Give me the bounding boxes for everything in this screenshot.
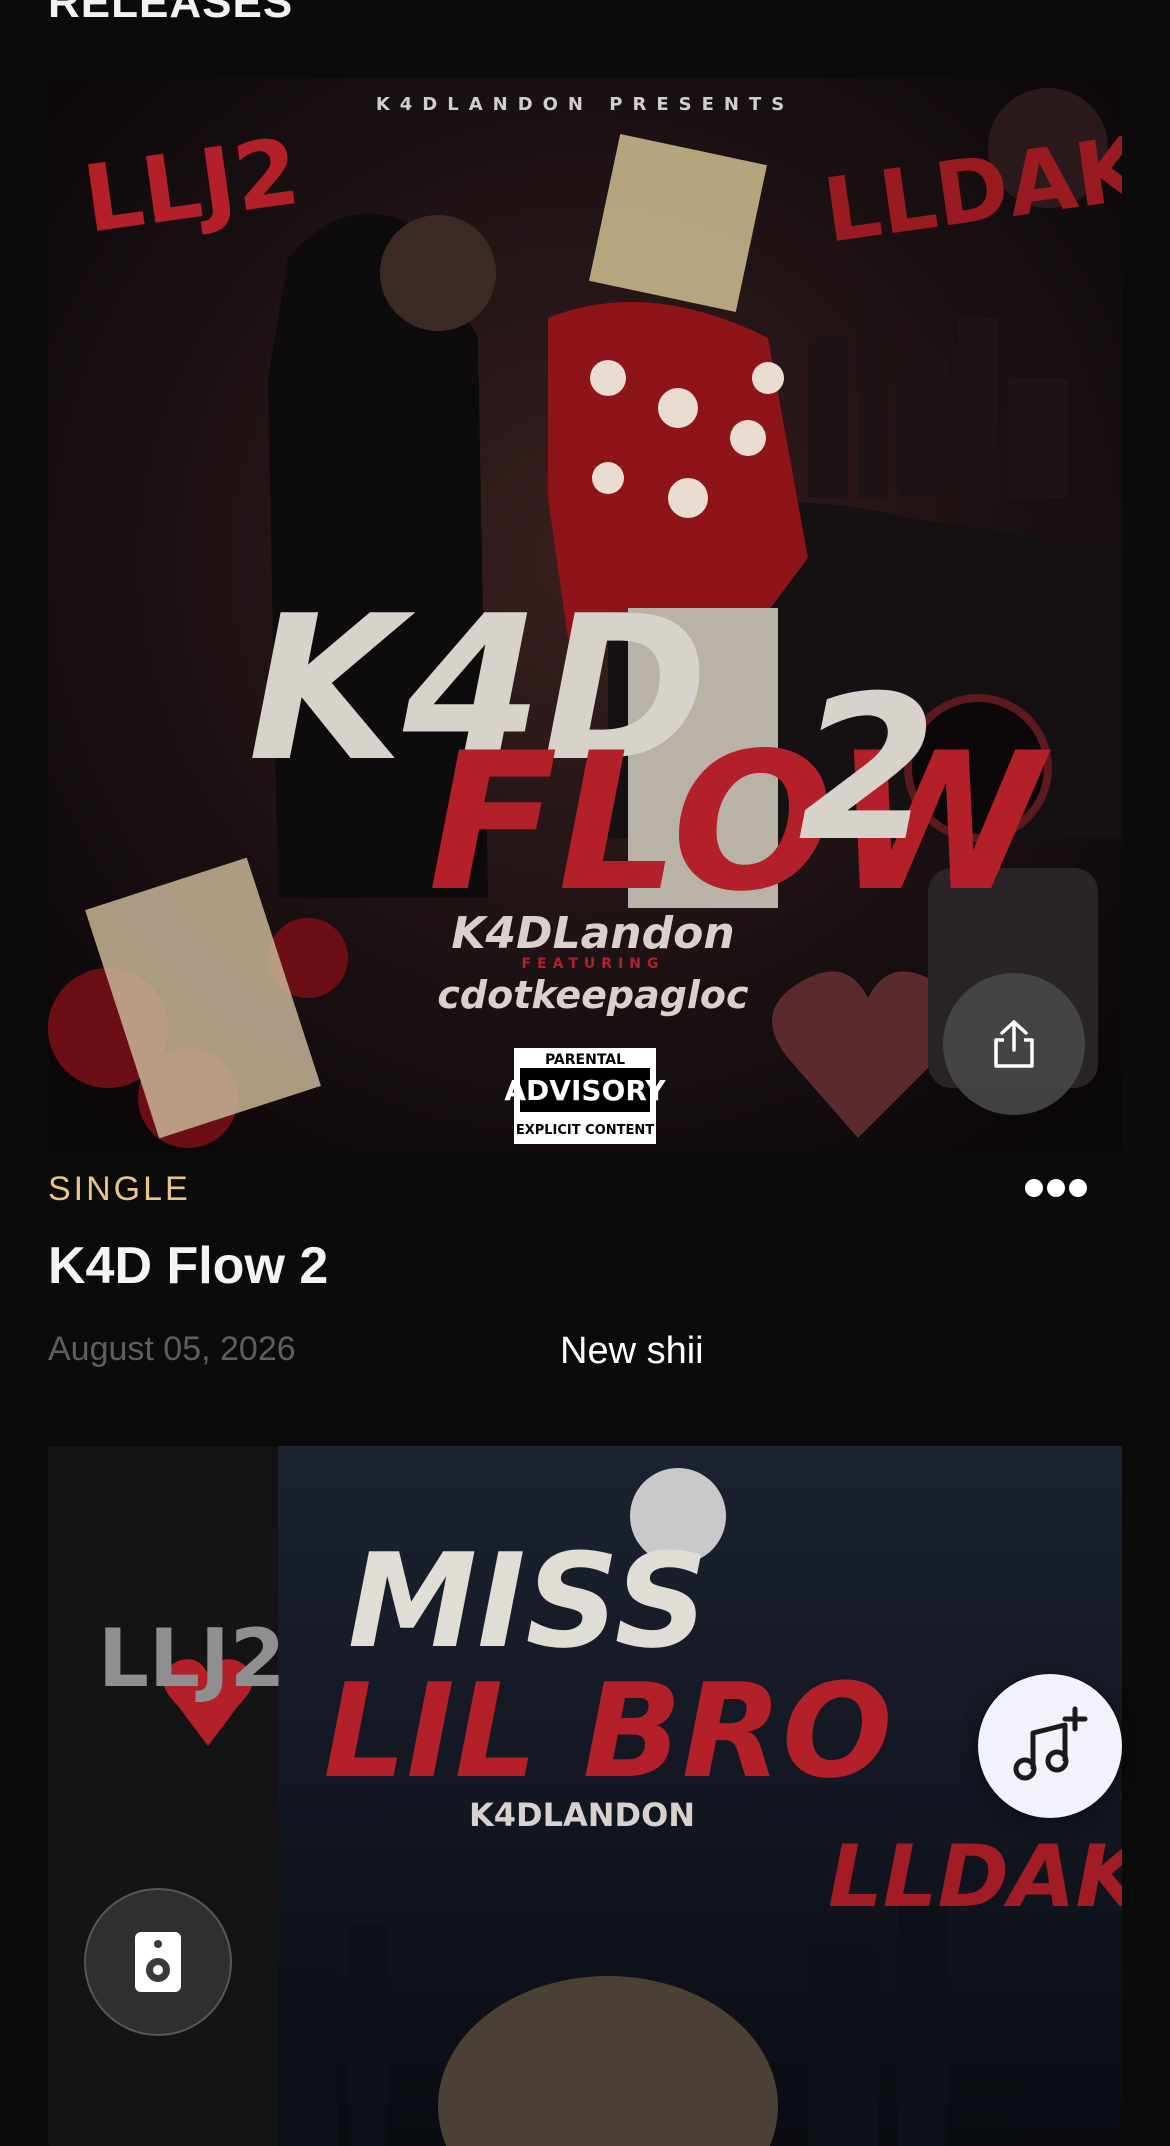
more-options-button[interactable] [1016, 1162, 1096, 1214]
cover-artist: K4DLandon [451, 908, 734, 959]
share-icon [994, 1020, 1034, 1068]
release-kind: SINGLE [48, 1170, 191, 1208]
svg-text:PARENTAL: PARENTAL [545, 1052, 625, 1068]
cover2-title-b: LIL BRO [323, 1655, 892, 1807]
section-title: RELEASES [48, 0, 294, 27]
more-dots-icon [1025, 1179, 1087, 1197]
cover2-tag-right: LLDAK [828, 1827, 1122, 1927]
cover-presents-text: K4DLANDON PRESENTS [376, 94, 794, 115]
cover-featuring: FEATURING [522, 956, 665, 972]
cover-feature-artist: cdotkeepagloc [437, 973, 749, 1017]
release-title[interactable]: K4D Flow 2 [48, 1236, 328, 1296]
speaker-icon [135, 1932, 181, 1992]
speaker-button[interactable] [84, 1888, 232, 2036]
cover-title-b: FLOW [428, 712, 1052, 933]
cover2-tag-left: LLJ2 [98, 1612, 285, 1705]
svg-text:ADVISORY: ADVISORY [504, 1074, 666, 1107]
svg-text:EXPLICIT CONTENT: EXPLICIT CONTENT [516, 1123, 654, 1138]
release-cover-art-2[interactable]: MISS LIL BRO K4DLANDON LLJ2 LLDAK [48, 1446, 1122, 2146]
release-date: August 05, 2026 [48, 1330, 296, 1368]
share-button[interactable] [943, 973, 1085, 1115]
music-add-icon [1013, 1706, 1088, 1781]
release-cover-art[interactable]: K4DLANDON PRESENTS LLJ2 LLDAK K4D FLOW 2… [48, 78, 1122, 1152]
cover2-artist: K4DLANDON [469, 1796, 695, 1834]
parental-advisory-label: PARENTAL ADVISORY EXPLICIT CONTENT [504, 1048, 666, 1144]
release-caption: New shii [560, 1330, 704, 1372]
cover-title-num: 2 [798, 653, 937, 886]
add-music-button[interactable] [978, 1674, 1122, 1818]
